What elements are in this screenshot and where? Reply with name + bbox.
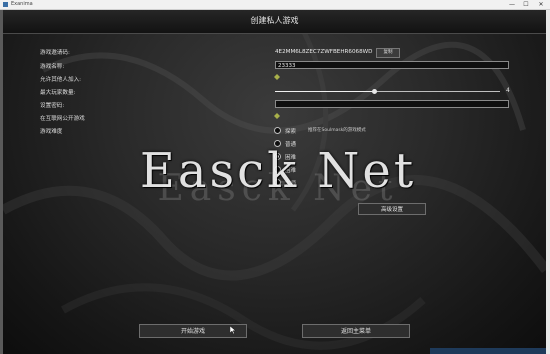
max-players-label: 最大玩家数量: [40,90,76,96]
invite-code-label: 游戏邀请码: [40,50,70,56]
game-screen: 创建私人游戏 游戏邀请码: 4E2MM6L8ZEC7ZWFBEHR6068WD … [3,10,546,354]
right-edge [546,10,550,354]
taskbar-fragment [430,348,546,354]
back-to-menu-button[interactable]: 返回主菜单 [302,324,410,338]
difficulty-radio-1[interactable] [274,140,281,147]
difficulty-option-4: 大师 [285,181,297,187]
difficulty-radio-3[interactable] [274,166,281,173]
advanced-settings-button[interactable]: 高级设置 [358,203,426,215]
mouse-pointer-icon [230,326,236,334]
allow-join-checkbox[interactable] [274,74,280,80]
max-players-slider[interactable] [275,89,500,94]
window-title: Exanima [11,1,33,7]
slider-fill [275,91,374,92]
page-title: 创建私人游戏 [250,16,299,25]
slider-thumb[interactable] [372,89,377,94]
game-name-label: 游戏名称: [40,64,65,70]
difficulty-radio-0[interactable] [274,127,281,134]
password-label: 设置密码: [40,103,65,109]
copy-button[interactable]: 复制 [376,48,400,58]
difficulty-option-0: 探索 [285,129,297,135]
game-name-input[interactable]: 23333 [275,61,509,69]
difficulty-radio-2[interactable] [274,153,281,160]
minimize-icon[interactable]: — [505,1,519,8]
password-input[interactable] [275,100,509,108]
difficulty-option-3: 困难 [285,168,297,174]
difficulty-label: 游戏难度 [40,129,63,135]
public-checkbox[interactable] [274,113,280,119]
difficulty-option-1: 普通 [285,142,297,148]
allow-join-label: 允许其他人加入: [40,77,82,83]
close-icon[interactable]: ✕ [534,1,548,8]
difficulty-radio-4[interactable] [274,179,281,186]
public-label: 在互联网公开游戏 [40,116,85,122]
window-titlebar: Exanima — ☐ ✕ [0,0,550,10]
page-header: 创建私人游戏 [3,10,546,34]
maximize-icon[interactable]: ☐ [519,1,533,8]
max-players-value: 4 [506,87,510,94]
invite-code-value: 4E2MM6L8ZEC7ZWFBEHR6068WD [275,49,373,55]
difficulty-option-2: 困难 [285,155,297,161]
app-icon [3,2,8,7]
difficulty-hint: 推荐在Soulmask的游戏模式 [308,128,366,133]
